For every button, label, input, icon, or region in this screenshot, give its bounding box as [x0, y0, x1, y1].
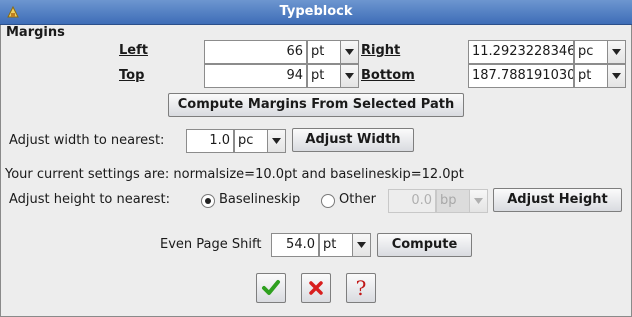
chevron-down-icon [608, 41, 625, 63]
current-settings-text: Your current settings are: normalsize=10… [5, 167, 464, 182]
check-icon [262, 280, 280, 295]
right-unit-value: pc [575, 41, 608, 63]
radio-selected-dot [205, 198, 211, 204]
width-nearest-input[interactable]: 1.0 [186, 129, 234, 153]
window-title: Typeblock [279, 4, 353, 19]
shift-unit-value: pt [320, 234, 353, 256]
baselineskip-radio[interactable] [201, 194, 215, 208]
chevron-down-icon [268, 130, 285, 152]
bottom-label: Bottom [361, 68, 415, 83]
right-margin-input[interactable]: 11.2923228346 [468, 40, 574, 64]
ok-button[interactable] [256, 273, 286, 303]
chevron-down-icon [353, 234, 370, 256]
other-unit-value: bp [437, 190, 470, 212]
other-unit-select[interactable]: bp [436, 189, 488, 213]
adjust-width-label: Adjust width to nearest: [9, 133, 165, 148]
top-label: Top [119, 68, 145, 83]
compute-margins-button[interactable]: Compute Margins From Selected Path [168, 93, 464, 117]
top-unit-value: pt [308, 65, 341, 87]
other-height-input[interactable]: 0.0 [388, 189, 436, 213]
chevron-down-icon [608, 65, 625, 87]
top-margin-input[interactable]: 94 [204, 64, 307, 88]
left-unit-select[interactable]: pt [307, 40, 359, 64]
adjust-height-button[interactable]: Adjust Height [493, 188, 622, 212]
other-radio[interactable] [321, 194, 335, 208]
bottom-margin-input[interactable]: 187.788191030 [468, 64, 574, 88]
cross-icon [309, 281, 323, 295]
other-label[interactable]: Other [339, 192, 376, 207]
top-unit-select[interactable]: pt [307, 64, 359, 88]
right-label: Right [361, 43, 401, 58]
margins-heading: Margins [6, 25, 65, 40]
bottom-unit-value: pt [575, 65, 608, 87]
width-unit-select[interactable]: pc [234, 129, 286, 153]
width-unit-value: pc [235, 130, 268, 152]
baselineskip-label[interactable]: Baselineskip [219, 192, 300, 207]
bottom-unit-select[interactable]: pt [574, 64, 626, 88]
compute-shift-button[interactable]: Compute [377, 233, 472, 257]
left-label: Left [119, 43, 148, 58]
shift-unit-select[interactable]: pt [319, 233, 371, 257]
right-unit-select[interactable]: pc [574, 40, 626, 64]
adjust-height-label: Adjust height to nearest: [9, 192, 171, 207]
question-icon: ? [355, 276, 367, 300]
title-bar: Typeblock [0, 0, 632, 25]
chevron-down-icon [341, 65, 358, 87]
chevron-down-icon [341, 41, 358, 63]
left-unit-value: pt [308, 41, 341, 63]
help-button[interactable]: ? [346, 273, 376, 303]
even-page-shift-input[interactable]: 54.0 [271, 233, 319, 257]
even-page-shift-label: Even Page Shift [160, 237, 262, 252]
left-margin-input[interactable]: 66 [204, 40, 307, 64]
chevron-down-icon [470, 190, 487, 212]
cancel-button[interactable] [301, 273, 331, 303]
adjust-width-button[interactable]: Adjust Width [292, 128, 414, 152]
